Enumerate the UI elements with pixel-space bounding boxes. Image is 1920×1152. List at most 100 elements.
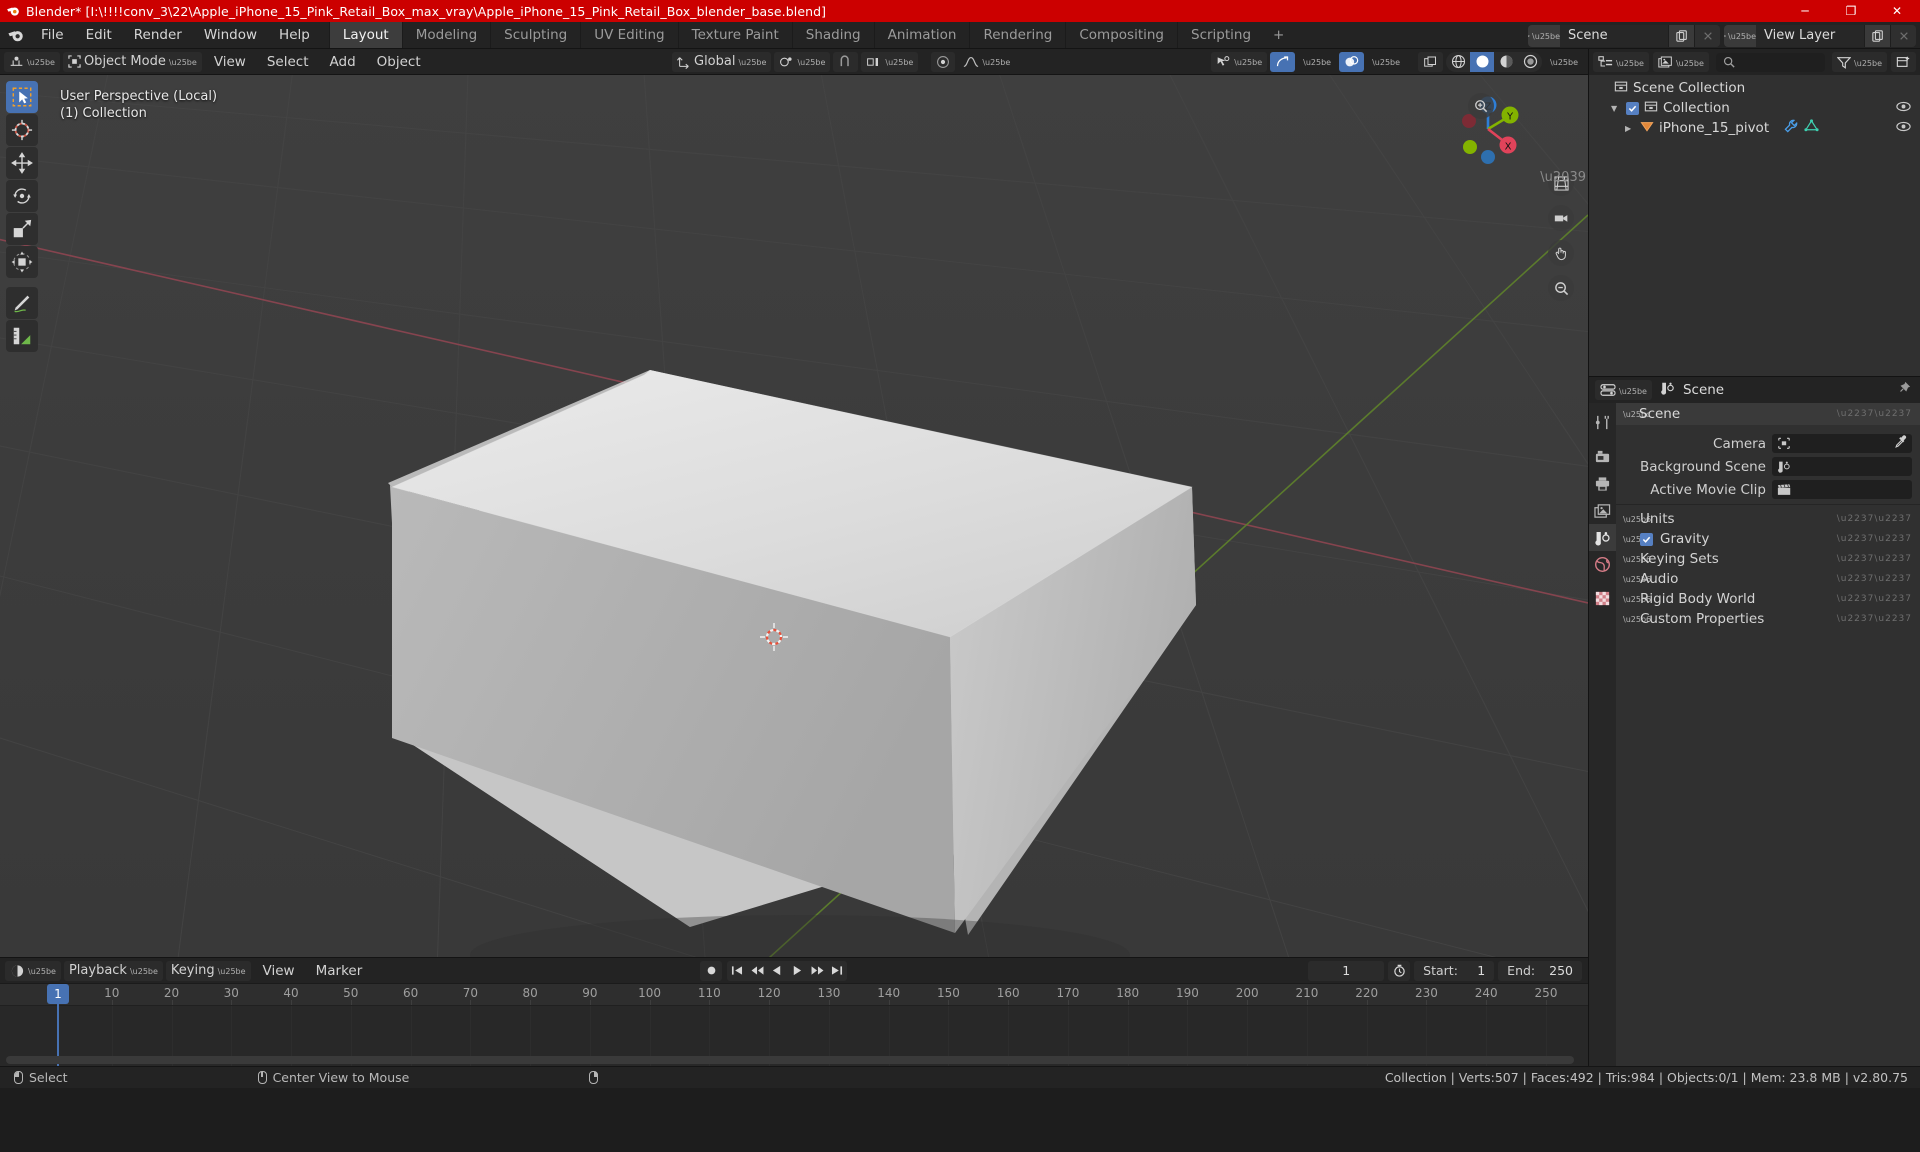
properties-tab-output[interactable] — [1589, 470, 1616, 497]
new-view-layer-button[interactable] — [1864, 24, 1890, 47]
audio-section[interactable]: \u25b6 Audio \u2237\u2237 — [1616, 569, 1920, 589]
outliner-editor-type-selector[interactable]: \u25be — [1593, 52, 1649, 72]
overlays-options-dropdown[interactable]: \u25be — [1367, 52, 1405, 72]
properties-tab-render[interactable] — [1589, 443, 1616, 470]
camera-field[interactable] — [1772, 434, 1912, 453]
properties-tab-texture[interactable] — [1589, 585, 1616, 612]
timeline-editor-type-selector[interactable]: \u25be — [5, 960, 61, 981]
gravity-checkbox[interactable] — [1640, 532, 1653, 546]
menu-edit[interactable]: Edit — [75, 22, 123, 49]
workspace-tab-layout[interactable]: Layout — [328, 22, 402, 48]
close-button[interactable]: ✕ — [1874, 0, 1920, 22]
menu-render[interactable]: Render — [123, 22, 193, 49]
timeline-ruler[interactable]: 10 20 30 40 50 60 70 80 90 100 110 120 130 140 150 160 1… — [0, 984, 1588, 1006]
timeline-playback-menu[interactable]: Playback \u25be — [63, 960, 163, 981]
properties-tab-scene[interactable] — [1589, 524, 1616, 551]
move-tool[interactable] — [6, 147, 38, 179]
scene-name-field[interactable]: Scene — [1560, 24, 1668, 47]
viewport-menu-add[interactable]: Add — [321, 52, 365, 72]
transform-tool[interactable] — [6, 246, 38, 278]
gizmo-toggle-button[interactable] — [1270, 51, 1296, 72]
workspace-tab-sculpting[interactable]: Sculpting — [490, 22, 580, 48]
scene-panel-header[interactable]: \u25bc Scene \u2237\u2237 — [1616, 403, 1920, 425]
view-layer-selector[interactable]: \u25be View Layer — [1724, 24, 1916, 47]
disclosure-icon[interactable]: \u25b6 — [1623, 575, 1651, 584]
camera-view-icon[interactable] — [1548, 205, 1574, 231]
shading-wireframe-button[interactable] — [1446, 52, 1470, 72]
workspace-tab-modeling[interactable]: Modeling — [401, 22, 490, 48]
remove-view-layer-button[interactable] — [1890, 24, 1916, 47]
properties-tab-view-layer[interactable] — [1589, 497, 1616, 524]
object-mode-selector[interactable]: Object Mode \u25be — [62, 51, 202, 72]
view-layer-icon[interactable]: \u25be — [1724, 24, 1756, 47]
outliner-display-mode-selector[interactable]: \u25be — [1652, 52, 1709, 72]
scene-icon[interactable]: \u25be — [1528, 24, 1560, 47]
snap-target-selector[interactable]: \u25be — [861, 51, 919, 72]
shading-material-preview-button[interactable] — [1494, 52, 1518, 72]
panel-disclosure-icon[interactable]: \u25bc — [1623, 410, 1650, 419]
outliner-search-input[interactable] — [1715, 52, 1826, 72]
timeline-playhead-label[interactable]: 1 — [47, 984, 69, 1004]
view-layer-name-field[interactable]: View Layer — [1756, 24, 1864, 47]
keying-sets-section[interactable]: \u25b6 Keying Sets \u2237\u2237 — [1616, 549, 1920, 569]
visibility-selector[interactable]: \u25be — [1211, 51, 1268, 72]
custom-properties-section[interactable]: \u25b6 Custom Properties \u2237\u2237 — [1616, 609, 1920, 629]
background-scene-field[interactable] — [1772, 457, 1912, 476]
timeline-view-menu[interactable]: View — [254, 961, 304, 981]
timeline-body[interactable]: 10 20 30 40 50 60 70 80 90 100 110 120 130 140 150 160 1… — [0, 983, 1588, 1066]
add-workspace-button[interactable]: + — [1264, 22, 1293, 48]
maximize-button[interactable]: ❐ — [1828, 0, 1874, 22]
gravity-section[interactable]: \u25b6 Gravity \u2237\u2237 — [1616, 529, 1920, 549]
overlays-toggle-button[interactable] — [1339, 51, 1365, 72]
scale-tool[interactable] — [6, 213, 38, 245]
menu-help[interactable]: Help — [268, 22, 321, 49]
active-movie-clip-field[interactable] — [1772, 480, 1912, 499]
measure-tool[interactable] — [6, 320, 38, 352]
pan-view-icon[interactable] — [1548, 240, 1574, 266]
snap-toggle-button[interactable] — [833, 51, 859, 72]
workspace-tab-texture-paint[interactable]: Texture Paint — [677, 22, 792, 48]
viewport-sidebar-toggle[interactable]: \u2039 — [1540, 170, 1586, 185]
start-frame-field[interactable]: Start: 1 — [1414, 960, 1495, 981]
collection-visibility-checkbox[interactable] — [1626, 101, 1639, 115]
disclosure-icon[interactable]: \u25b6 — [1623, 535, 1651, 544]
rigid-body-world-section[interactable]: \u25b6 Rigid Body World \u2237\u2237 — [1616, 589, 1920, 609]
gizmo-options-dropdown[interactable]: \u25be — [1298, 52, 1336, 72]
end-frame-field[interactable]: End: 250 — [1498, 960, 1582, 981]
workspace-tab-compositing[interactable]: Compositing — [1065, 22, 1177, 48]
shading-options-dropdown[interactable]: \u25be — [1545, 52, 1583, 72]
viewport-menu-object[interactable]: Object — [368, 52, 430, 72]
workspace-tab-animation[interactable]: Animation — [873, 22, 970, 48]
unlink-scene-button[interactable] — [1694, 24, 1720, 47]
disclosure-icon[interactable]: \u25b6 — [1623, 615, 1651, 624]
proportional-editing-toggle[interactable] — [931, 51, 956, 72]
timeline-keying-menu[interactable]: Keying \u25be — [165, 960, 251, 981]
select-box-tool[interactable] — [6, 81, 38, 113]
menu-window[interactable]: Window — [193, 22, 268, 49]
new-scene-button[interactable] — [1668, 24, 1694, 47]
cursor-tool[interactable] — [6, 114, 38, 146]
auto-keying-button[interactable] — [700, 960, 722, 981]
mesh-data-icon[interactable] — [1804, 119, 1819, 137]
disclosure-icon[interactable]: \u25b6 — [1623, 595, 1651, 604]
outliner-filter-button[interactable]: \u25be — [1832, 52, 1887, 72]
editor-type-selector[interactable]: \u25be — [4, 51, 60, 72]
outliner-row-scene-collection[interactable]: Scene Collection — [1589, 78, 1920, 98]
disclosure-icon[interactable]: ▼ — [1611, 104, 1621, 113]
scene-selector[interactable]: \u25be Scene — [1528, 24, 1720, 47]
annotate-tool[interactable] — [6, 287, 38, 319]
rotate-tool[interactable] — [6, 180, 38, 212]
workspace-tab-uv-editing[interactable]: UV Editing — [580, 22, 677, 48]
3d-viewport[interactable]: User Perspective (Local) (1) Collection — [0, 75, 1588, 957]
shading-solid-button[interactable] — [1470, 51, 1495, 72]
shading-rendered-button[interactable] — [1518, 52, 1542, 72]
timeline-marker-menu[interactable]: Marker — [307, 961, 372, 981]
jump-to-start-button[interactable] — [727, 961, 747, 981]
properties-editor-type-selector[interactable]: \u25be — [1595, 380, 1652, 400]
disclosure-icon[interactable]: \u25b6 — [1623, 555, 1651, 564]
disclosure-icon[interactable]: \u25b6 — [1623, 515, 1651, 524]
units-section[interactable]: \u25b6 Units \u2237\u2237 — [1616, 509, 1920, 529]
workspace-tab-scripting[interactable]: Scripting — [1177, 22, 1264, 48]
proportional-falloff-selector[interactable]: \u25be — [958, 52, 1015, 72]
next-keyframe-button[interactable] — [807, 961, 827, 981]
